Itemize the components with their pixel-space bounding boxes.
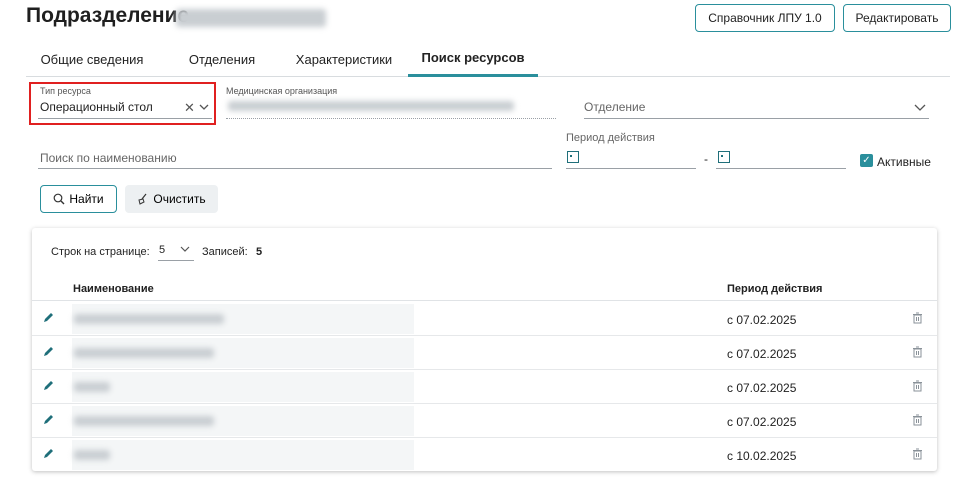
table-header: Наименование Период действия [32, 275, 937, 301]
table-row[interactable]: с 07.02.2025 [32, 336, 937, 370]
calendar-icon[interactable] [718, 151, 730, 165]
department-underline [584, 118, 929, 119]
table-row[interactable]: с 07.02.2025 [32, 302, 937, 336]
resource-type-underline [38, 118, 212, 119]
period-cell: с 07.02.2025 [727, 313, 797, 327]
table-row[interactable]: с 07.02.2025 [32, 370, 937, 404]
name-search-underline [38, 168, 552, 169]
resource-type-label: Тип ресурса [40, 86, 91, 96]
trash-icon[interactable] [912, 345, 923, 363]
redacted-title [176, 9, 326, 27]
redacted-name [74, 314, 224, 324]
med-org-underline [226, 118, 556, 119]
pencil-icon[interactable] [42, 379, 55, 397]
name-search-input[interactable]: Поиск по наименованию [40, 151, 177, 165]
table-row[interactable]: с 10.02.2025 [32, 438, 937, 472]
records-label: Записей: [202, 246, 248, 258]
table-row[interactable]: с 07.02.2025 [32, 404, 937, 438]
period-cell: с 10.02.2025 [727, 449, 797, 463]
period-label: Период действия [566, 132, 655, 144]
active-label: Активные [877, 155, 931, 169]
reference-lpu-button[interactable]: Справочник ЛПУ 1.0 [695, 4, 835, 32]
department-select[interactable]: Отделение [584, 100, 645, 114]
close-icon[interactable]: ✕ [184, 101, 195, 114]
tab-resource-search[interactable]: Поиск ресурсов [408, 41, 538, 77]
chevron-down-icon[interactable] [199, 102, 209, 114]
trash-icon[interactable] [912, 379, 923, 397]
resources-table: Строк на странице: 5 Записей: 5 Наименов… [32, 228, 937, 471]
records-count: 5 [256, 246, 263, 258]
pencil-icon[interactable] [42, 345, 55, 363]
chevron-down-icon[interactable] [914, 102, 926, 114]
tab-departments[interactable]: Отделения [172, 41, 272, 77]
checkbox-checked-icon[interactable]: ✓ [860, 154, 873, 167]
find-button[interactable]: Найти [40, 185, 117, 213]
med-org-label: Медицинская организация [226, 86, 338, 96]
rows-per-page-label: Строк на странице: [51, 246, 150, 258]
clear-button[interactable]: Очистить [125, 185, 218, 213]
redacted-name [74, 382, 110, 392]
pencil-icon[interactable] [42, 413, 55, 431]
redacted-name [74, 450, 110, 460]
trash-icon[interactable] [912, 311, 923, 329]
column-header-name[interactable]: Наименование [73, 283, 154, 295]
edit-button[interactable]: Редактировать [843, 4, 951, 32]
pencil-icon[interactable] [42, 311, 55, 329]
chevron-down-icon[interactable] [180, 244, 190, 257]
redacted-name [74, 348, 214, 358]
tab-bar: Общие сведения Отделения Характеристики … [26, 41, 950, 77]
clear-button-label: Очистить [153, 192, 206, 206]
redacted-name [74, 416, 214, 426]
period-separator: - [704, 152, 708, 166]
trash-icon[interactable] [912, 413, 923, 431]
resource-type-value[interactable]: Операционный стол [40, 100, 153, 114]
rows-per-page-select[interactable]: 5 [159, 244, 165, 256]
name-cell-bg [72, 440, 414, 470]
tab-characteristics[interactable]: Характеристики [284, 41, 404, 77]
period-cell: с 07.02.2025 [727, 415, 797, 429]
find-button-label: Найти [69, 192, 104, 206]
tab-general[interactable]: Общие сведения [26, 41, 158, 77]
rows-per-page-underline [158, 260, 194, 261]
trash-icon[interactable] [912, 447, 923, 465]
period-to-input[interactable] [716, 168, 846, 169]
pencil-icon[interactable] [42, 447, 55, 465]
name-cell-bg [72, 372, 414, 402]
column-header-period[interactable]: Период действия [727, 283, 822, 295]
search-icon [53, 193, 65, 205]
period-cell: с 07.02.2025 [727, 381, 797, 395]
broom-icon [138, 193, 147, 205]
period-from-input[interactable] [566, 168, 696, 169]
period-cell: с 07.02.2025 [727, 347, 797, 361]
page-title: Подразделение [26, 4, 190, 27]
med-org-value-redacted [228, 101, 514, 111]
calendar-icon[interactable] [567, 151, 579, 165]
